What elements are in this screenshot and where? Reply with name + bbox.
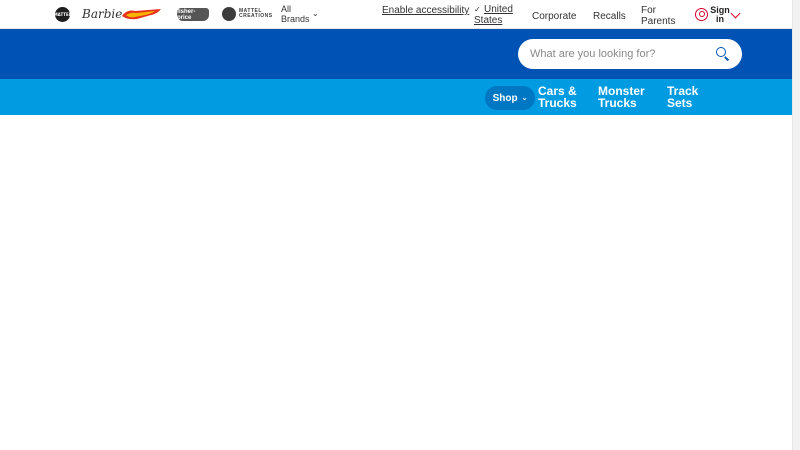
hot-wheels-logo[interactable]	[121, 7, 163, 21]
nav-item-cars-trucks[interactable]: Cars & Trucks	[538, 85, 588, 109]
all-brands-menu[interactable]: All Brands	[281, 4, 311, 24]
mattel-creations-line2: CREATIONS	[239, 13, 273, 19]
category-nav: Shop ⌄ Cars & Trucks Monster Trucks Trac…	[0, 79, 792, 115]
search-box[interactable]	[518, 39, 742, 69]
recalls-link[interactable]: Recalls	[593, 11, 626, 22]
fisher-price-logo[interactable]: fisher-price	[177, 8, 209, 21]
utility-bar: MATTEL Barbie fisher-price MATTEL CREATI…	[0, 0, 792, 29]
nav-item-track-sets[interactable]: Track Sets	[667, 85, 707, 109]
shop-menu-button[interactable]: Shop ⌄	[485, 86, 535, 110]
mattel-creations-logo-icon[interactable]	[222, 7, 236, 21]
page-scrollbar[interactable]	[792, 0, 800, 450]
sign-in-button[interactable]: Sign in	[710, 6, 730, 24]
chevron-down-icon: ⌄	[521, 95, 528, 102]
enable-accessibility-link[interactable]: Enable accessibility	[382, 5, 469, 16]
country-selector-link[interactable]: United States	[474, 4, 519, 26]
chevron-down-icon: ⌄	[312, 9, 319, 18]
search-input[interactable]	[530, 45, 710, 63]
site-header	[0, 29, 792, 79]
for-parents-link[interactable]: For Parents	[641, 5, 681, 27]
corporate-link[interactable]: Corporate	[532, 11, 576, 22]
mattel-creations-logo-text[interactable]: MATTEL CREATIONS	[239, 9, 273, 19]
mattel-logo[interactable]: MATTEL	[54, 7, 71, 22]
search-icon[interactable]	[716, 47, 726, 57]
shop-label: Shop	[492, 92, 518, 104]
barbie-logo[interactable]: Barbie	[82, 5, 122, 23]
chevron-down-icon[interactable]	[730, 8, 741, 19]
nav-item-monster-trucks[interactable]: Monster Trucks	[598, 85, 653, 109]
hot-wheels-flame-icon	[122, 9, 161, 20]
user-icon[interactable]	[695, 8, 708, 21]
